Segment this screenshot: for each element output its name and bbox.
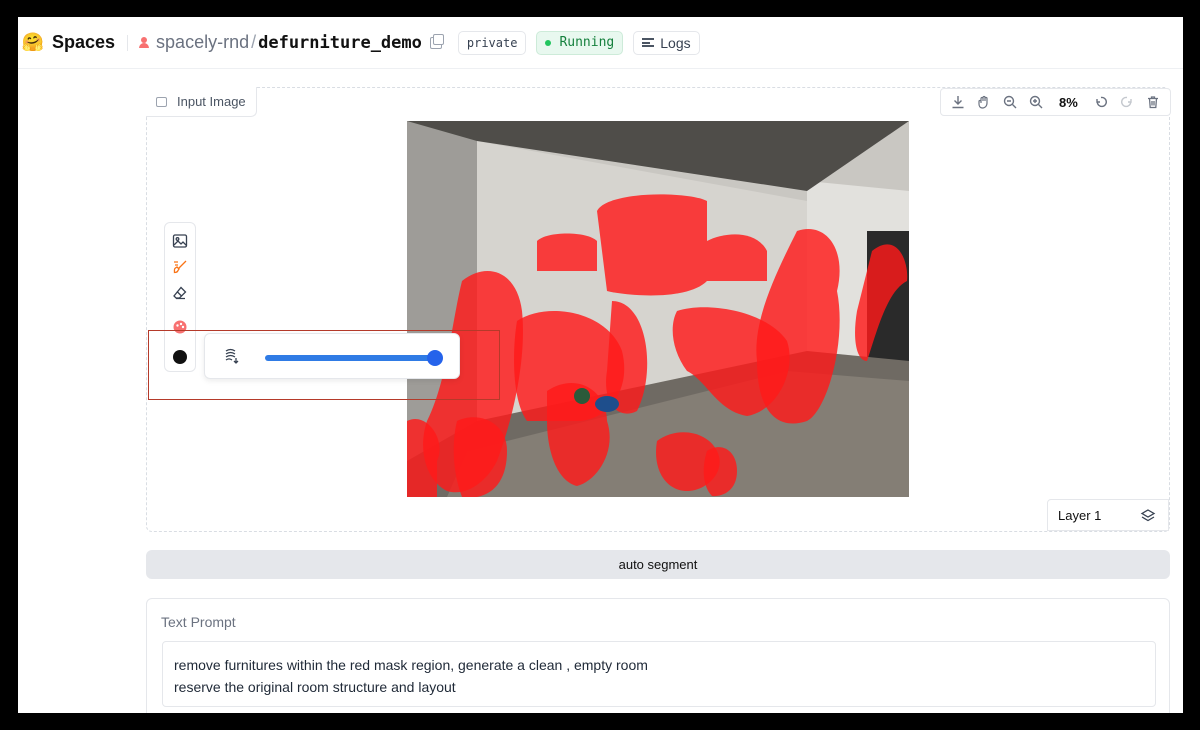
path-separator: / xyxy=(251,32,257,52)
repo-name[interactable]: defurniture_demo xyxy=(258,33,422,53)
status-dot-icon xyxy=(545,39,552,46)
hugging-face-logo-icon[interactable]: 🤗 xyxy=(22,32,44,54)
undo-icon[interactable] xyxy=(1088,90,1114,114)
trash-icon[interactable] xyxy=(1140,90,1166,114)
text-prompt-input[interactable]: remove furnitures within the red mask re… xyxy=(162,641,1156,707)
eraser-icon[interactable] xyxy=(169,281,191,304)
image-icon[interactable] xyxy=(169,229,191,252)
brush-icon[interactable] xyxy=(169,255,191,278)
text-prompt-label: Text Prompt xyxy=(161,614,236,630)
status-label: Running xyxy=(559,35,615,50)
brush-size-popover xyxy=(204,333,460,379)
zoom-in-icon[interactable] xyxy=(1023,90,1049,114)
editor-toolbar: 8% xyxy=(940,88,1171,116)
space-header: 🤗 Spaces spacely-rnd / defurniture_demo … xyxy=(18,17,1183,69)
brush-size-slider[interactable] xyxy=(265,355,435,361)
spaces-link[interactable]: Spaces xyxy=(52,32,115,53)
app-window: 🤗 Spaces spacely-rnd / defurniture_demo … xyxy=(18,17,1183,713)
logs-label: Logs xyxy=(660,34,691,51)
owner-link[interactable]: spacely-rnd xyxy=(156,32,249,53)
logs-icon xyxy=(642,38,655,47)
layer-label: Layer 1 xyxy=(1058,507,1102,523)
brush-size-slider-thumb[interactable] xyxy=(427,350,443,366)
pan-hand-icon[interactable] xyxy=(971,90,997,114)
image-icon xyxy=(156,96,167,107)
owner-avatar-icon xyxy=(138,36,150,49)
logs-button[interactable]: Logs xyxy=(633,30,700,55)
visibility-badge: private xyxy=(457,30,527,55)
status-badge[interactable]: Running xyxy=(536,30,624,55)
input-image-label: Input Image xyxy=(146,87,257,117)
text-prompt-block: Text Prompt remove furnitures within the… xyxy=(146,598,1170,713)
zoom-out-icon[interactable] xyxy=(997,90,1023,114)
input-image-canvas[interactable] xyxy=(407,121,909,497)
download-icon[interactable] xyxy=(945,90,971,114)
brush-size-icon xyxy=(225,348,239,364)
layer-selector[interactable]: Layer 1 xyxy=(1047,499,1169,531)
layers-icon xyxy=(1140,509,1156,522)
auto-segment-button[interactable]: auto segment xyxy=(146,550,1170,579)
divider xyxy=(127,34,129,51)
room-photo-with-mask xyxy=(407,121,909,497)
input-image-label-text: Input Image xyxy=(177,94,246,109)
zoom-level: 8% xyxy=(1059,94,1078,110)
redo-icon[interactable] xyxy=(1114,90,1140,114)
copy-icon[interactable] xyxy=(429,33,444,49)
